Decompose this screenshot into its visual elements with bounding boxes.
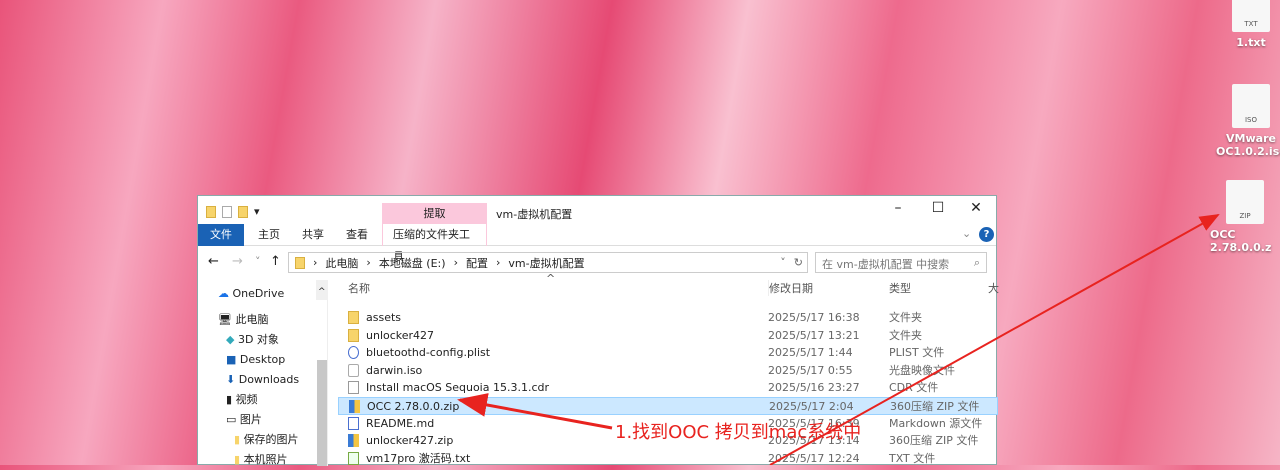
arrow-to-occ-zip bbox=[457, 393, 613, 430]
annotation-text: 1.找到OOC 拷贝到mac系统中 bbox=[615, 422, 862, 443]
annotation-arrows bbox=[457, 214, 1220, 465]
